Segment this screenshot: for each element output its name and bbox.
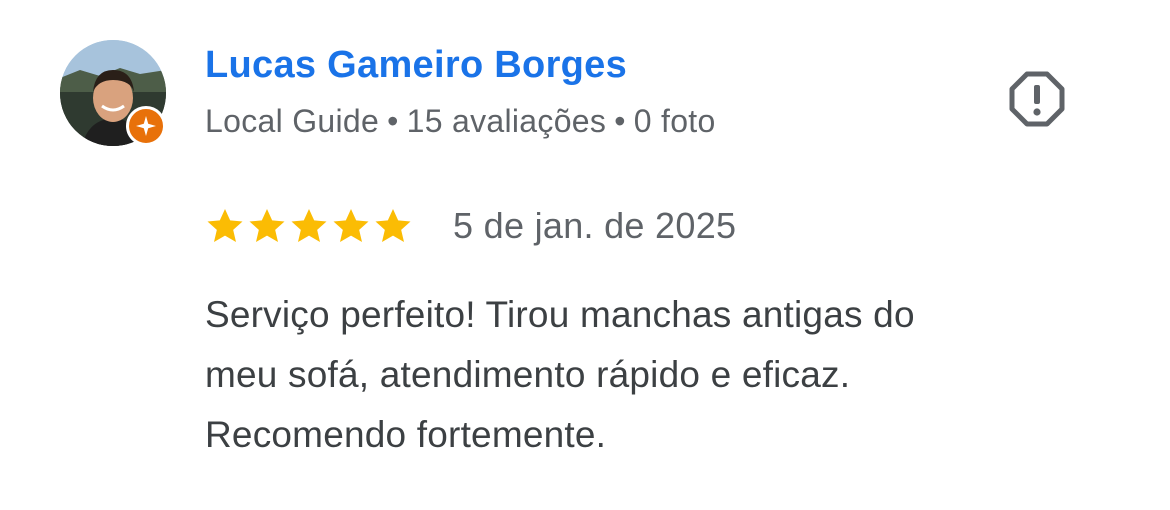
rating-row: 5 de jan. de 2025 [205,202,736,250]
star-icon [291,209,327,242]
report-review-button[interactable] [1006,68,1068,130]
author-meta: Local Guide • 15 avaliações • 0 foto [205,103,716,140]
local-guide-badge [126,106,166,146]
star-icon [375,209,411,242]
author-level: Local Guide [205,103,380,139]
author-name[interactable]: Lucas Gameiro Borges [205,44,627,87]
star-rating [205,206,415,246]
author-review-count: 15 avaliações [406,103,607,139]
author-avatar-container[interactable] [60,40,168,148]
review-text-line: meu sofá, atendimento rápido e eficaz. [205,354,851,395]
meta-separator: • [387,103,399,139]
author-photo-count: 0 foto [633,103,716,139]
local-guide-star-icon [136,116,156,136]
meta-separator: • [614,103,626,139]
report-flag-icon [1009,71,1065,127]
review-card: Lucas Gameiro Borges Local Guide • 15 aval… [0,0,1170,510]
review-text-line: Serviço perfeito! Tirou manchas antigas … [205,294,915,335]
star-icon [249,209,285,242]
review-text-line: Recomendo fortemente. [205,414,607,455]
review-text: Serviço perfeito! Tirou manchas antigas … [205,285,1105,465]
star-icon [333,209,369,242]
review-date: 5 de jan. de 2025 [453,205,737,246]
star-icon [207,209,243,242]
